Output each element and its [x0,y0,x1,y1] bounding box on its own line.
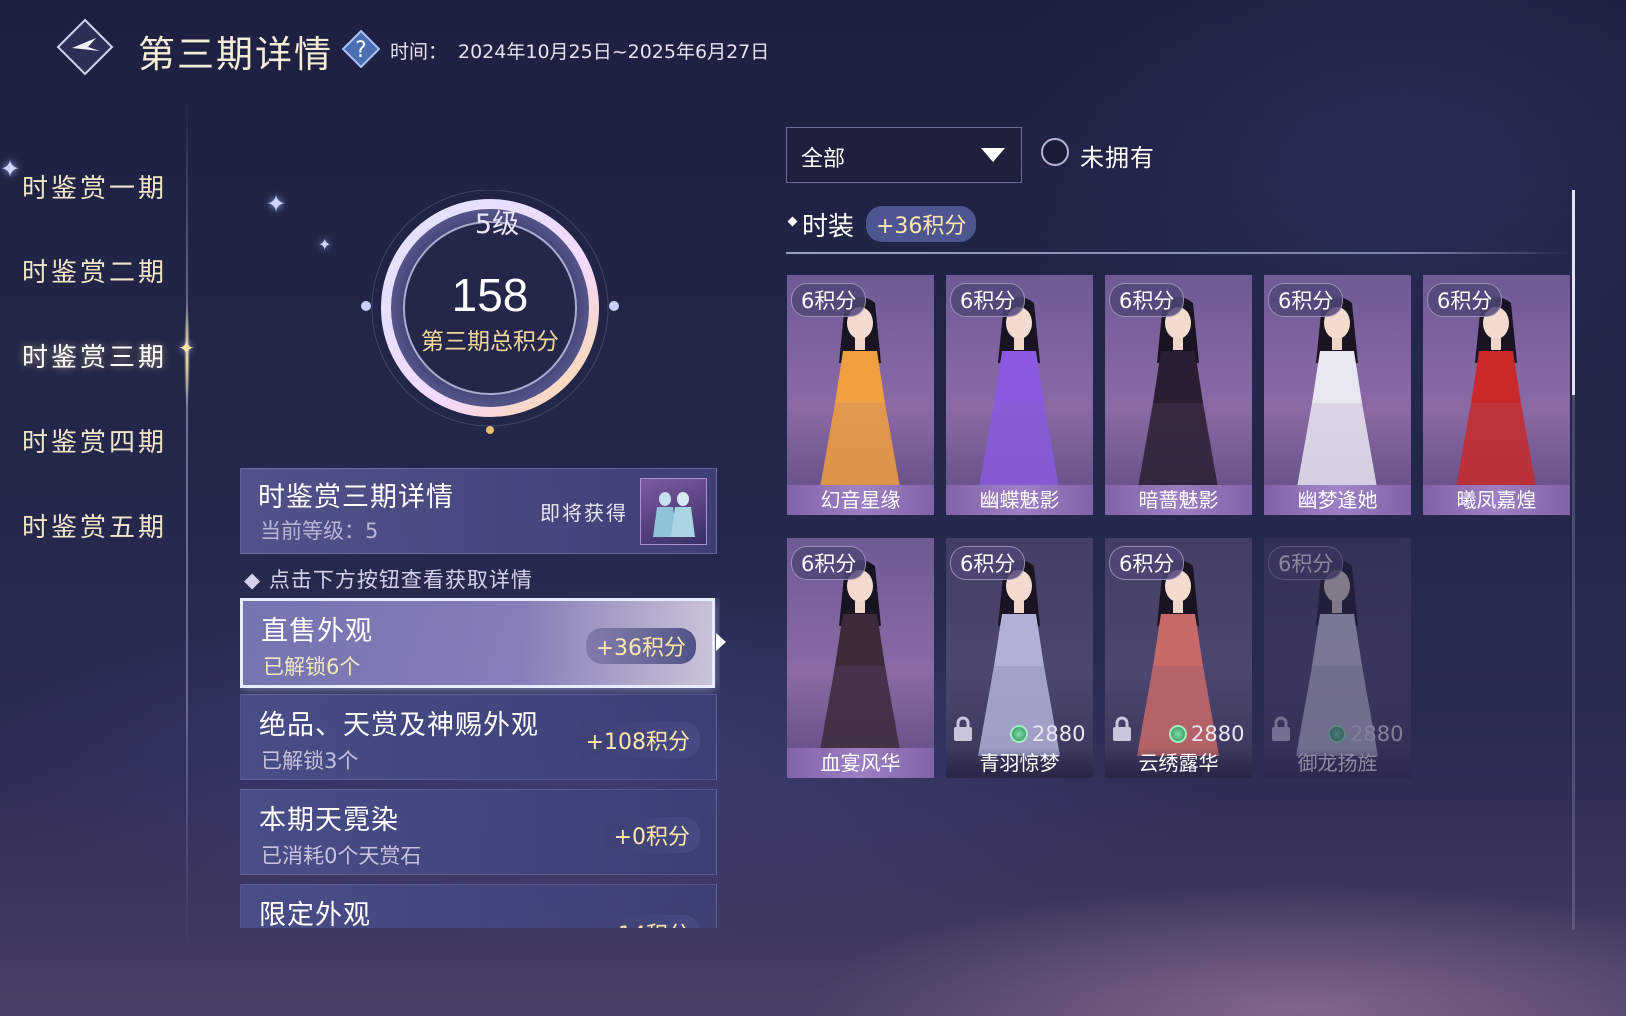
source-title: 本期天霓染 [259,805,399,836]
question-icon: ? [341,29,381,69]
total-score: 158 [451,269,529,321]
card-points-badge: 6积分 [791,546,867,580]
page-title: 第三期详情 [138,33,333,76]
time-label: 时间： [390,41,448,63]
jade-currency-icon [1169,725,1187,743]
time-range: 2024年10月25日~2025年6月27日 [458,41,770,63]
category-dropdown[interactable]: 全部 [786,127,1022,183]
current-level-text: 当前等级：5 [260,519,379,543]
section-bullet [787,216,798,227]
source-title: 绝品、天赏及神赐外观 [259,710,539,741]
card-points-badge: 6积分 [1109,546,1185,580]
jade-currency-icon [1328,725,1346,743]
outfit-name: 幽蝶魅影 [946,485,1093,515]
section-divider [786,252,1570,254]
sparkle-icon: ✦ [178,336,195,360]
coming-reward-label: 即将获得 [540,501,628,525]
character-figure-icon [978,297,1060,493]
card-points-badge: 6积分 [1268,283,1344,317]
card-points-badge: 6积分 [1109,283,1185,317]
outfit-name: 云绣露华 [1105,748,1252,778]
price-value: 2880 [1350,722,1404,746]
hint-label: 点击下方按钮查看获取详情 [268,568,533,592]
section-points-badge: +36积分 [866,206,977,242]
selected-arrow-icon [716,633,726,651]
price-tag: 2880 [1328,722,1403,746]
price-value: 2880 [1191,722,1245,746]
outfit-name: 青羽惊梦 [946,748,1093,778]
outfit-name: 曦凤嘉煌 [1423,485,1570,515]
outfit-card[interactable]: 6积分 2880 御龙扬旌 [1264,538,1411,778]
hint-text: ◆ 点击下方按钮查看获取详情 [244,568,533,592]
character-figure-icon [1296,297,1378,493]
outfit-name: 幻音星缘 [787,485,934,515]
card-points-badge: 6积分 [1427,283,1503,317]
help-button[interactable]: ? [341,29,381,69]
points-badge: +108积分 [575,722,700,758]
card-points-badge: 6积分 [950,283,1026,317]
sparkle-icon: ✦ [266,190,287,218]
outfit-card[interactable]: 6积分曦凤嘉煌 [1423,275,1570,515]
outfit-card[interactable]: 6积分 2880 青羽惊梦 [946,538,1093,778]
points-badge: +14积分 [589,915,700,928]
sidebar-item-period-2[interactable]: 时鉴赏二期 [22,252,167,289]
outfit-name: 幽梦逢她 [1264,485,1411,515]
sidebar-item-period-1[interactable]: 时鉴赏一期 [22,168,167,205]
points-badge: +0积分 [603,817,700,853]
outfit-card[interactable]: 6积分幽蝶魅影 [946,275,1093,515]
source-sub: 已解锁6个 [263,655,361,679]
sidebar-item-period-4[interactable]: 时鉴赏四期 [22,422,167,459]
source-sub: 已解锁3个 [261,749,359,773]
character-figure-icon [819,560,901,756]
sidebar-item-period-3[interactable]: 时鉴赏三期 [22,337,167,374]
scrollbar-thumb[interactable] [1572,190,1575,395]
source-title: 限定外观 [259,900,371,928]
section-title: 时装 [802,212,855,242]
total-score-label: 第三期总积分 [421,329,559,355]
outfit-name: 御龙扬旌 [1264,748,1411,778]
price-value: 2880 [1032,722,1086,746]
lock-icon [1113,716,1131,741]
price-tag: 2880 [1169,722,1244,746]
source-item-limited[interactable]: 限定外观 +14积分 [240,884,717,928]
character-figure-icon [1137,297,1219,493]
back-button[interactable] [56,18,114,76]
outfit-name: 暗蔷魅影 [1105,485,1252,515]
source-sub: 已消耗0个天赏石 [261,844,422,868]
lock-icon [954,716,972,741]
dropdown-value: 全部 [801,147,846,172]
sidebar-item-period-5[interactable]: 时鉴赏五期 [22,507,167,544]
source-item-premium[interactable]: 绝品、天赏及神赐外观 已解锁3个 +108积分 [240,694,717,780]
sparkle-icon: ✦ [318,235,332,254]
chevron-down-icon [981,148,1005,162]
card-points-badge: 6积分 [1268,546,1344,580]
price-tag: 2880 [1010,722,1085,746]
character-figure-icon [819,297,901,493]
svg-text:?: ? [355,38,367,63]
level-value: 5级 [474,209,520,240]
outfit-card[interactable]: 6积分 2880 云绣露华 [1105,538,1252,778]
outfit-card[interactable]: 6积分血宴风华 [787,538,934,778]
lock-icon [1272,716,1290,741]
reward-thumbnail[interactable] [640,478,707,545]
sparkle-icon: ✦ [0,155,21,183]
source-item-direct-sale[interactable]: 直售外观 已解锁6个 +36积分 [240,598,715,688]
sidebar-divider [186,95,188,950]
outfit-card[interactable]: 6积分暗蔷魅影 [1105,275,1252,515]
character-figure-icon [1455,297,1537,493]
jade-currency-icon [1010,725,1028,743]
unowned-radio[interactable] [1041,138,1069,166]
source-item-dye[interactable]: 本期天霓染 已消耗0个天赏石 +0积分 [240,789,717,875]
card-points-badge: 6积分 [791,283,867,317]
period-detail-title: 时鉴赏三期详情 [258,482,454,513]
outfit-card[interactable]: 6积分幻音星缘 [787,275,934,515]
unowned-label[interactable]: 未拥有 [1080,138,1155,173]
card-points-badge: 6积分 [950,546,1026,580]
outfit-card[interactable]: 6积分幽梦逢她 [1264,275,1411,515]
source-list[interactable]: 直售外观 已解锁6个 +36积分 绝品、天赏及神赐外观 已解锁3个 +108积分… [240,598,720,928]
source-title: 直售外观 [261,616,373,647]
back-arrow-icon [56,18,114,76]
points-badge: +36积分 [585,628,696,664]
outfit-name: 血宴风华 [787,748,934,778]
